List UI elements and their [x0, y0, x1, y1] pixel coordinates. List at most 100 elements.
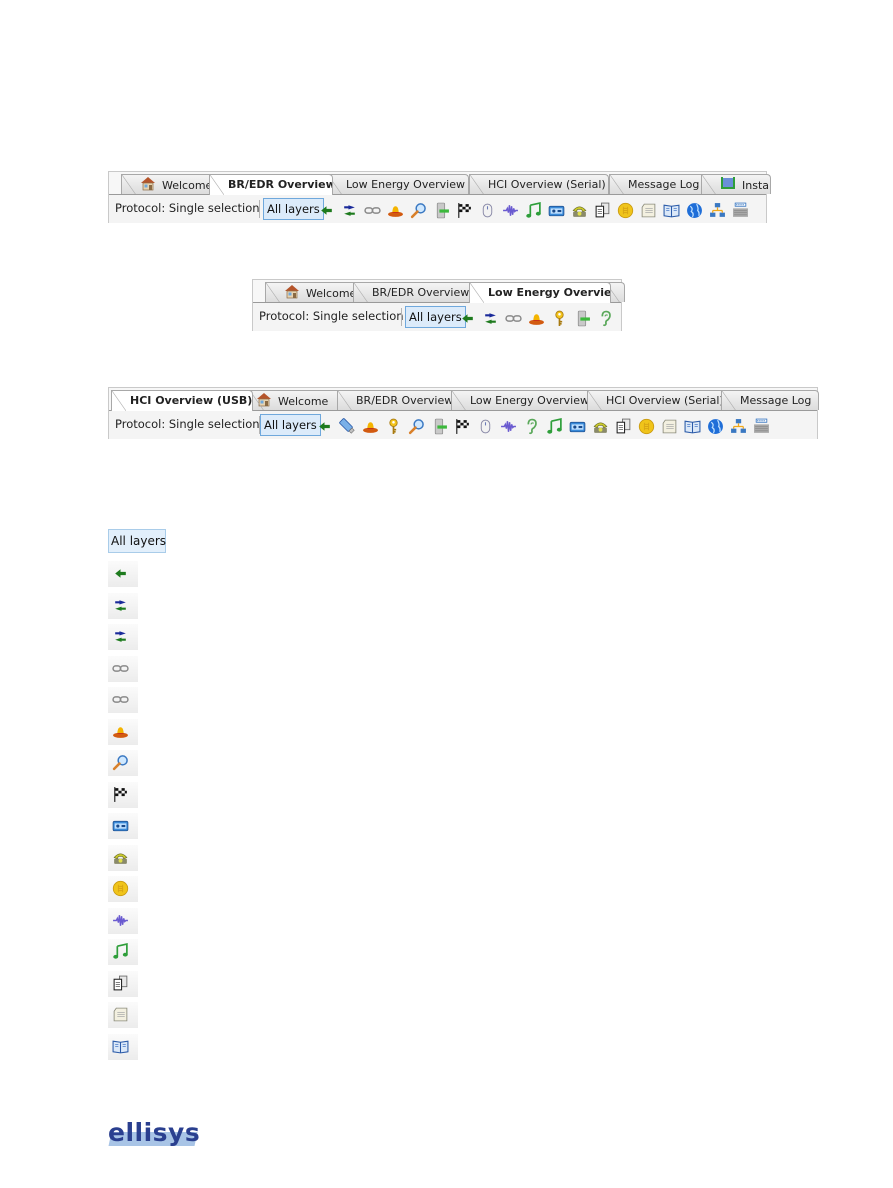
- telephone-icon[interactable]: [571, 202, 588, 219]
- protocol-dropdown[interactable]: Protocol: Single selection▼: [115, 201, 271, 215]
- book-icon[interactable]: [112, 1038, 129, 1055]
- legend-row: [108, 876, 138, 902]
- document-icon[interactable]: [112, 1006, 129, 1023]
- device-exchange-icon[interactable]: [431, 418, 448, 435]
- globe-icon[interactable]: [686, 202, 703, 219]
- tab-instant-timing[interactable]: Instan: [701, 174, 771, 194]
- tab-welcome[interactable]: Welcome: [265, 282, 359, 302]
- all-layers-button[interactable]: All layers: [263, 198, 324, 220]
- protocol-dropdown[interactable]: Protocol: Single selection▼: [259, 309, 415, 323]
- book-icon[interactable]: [684, 418, 701, 435]
- mouse-icon[interactable]: [479, 202, 496, 219]
- link-chain-icon[interactable]: [364, 202, 381, 219]
- tab-message-log[interactable]: Message Log: [721, 390, 819, 410]
- all-layers-button[interactable]: All layers: [405, 306, 466, 328]
- link-chain-icon[interactable]: [112, 660, 129, 677]
- magnifier-icon[interactable]: [408, 418, 425, 435]
- arrow-left-icon[interactable]: [316, 418, 333, 435]
- device-exchange-icon[interactable]: [433, 202, 450, 219]
- tab-bar: HCI Overview (USB) Welcome BR/EDR Overvi…: [109, 388, 819, 411]
- sombrero-icon[interactable]: [112, 723, 129, 740]
- tab-low-energy-overview[interactable]: Low Energy Overview: [327, 174, 469, 194]
- bidirectional-arrows-icon[interactable]: [112, 597, 129, 614]
- sombrero-icon[interactable]: [387, 202, 404, 219]
- checkered-flag-icon[interactable]: [112, 786, 129, 803]
- bidirectional-arrows-icon[interactable]: [112, 628, 129, 645]
- network-icon[interactable]: [709, 202, 726, 219]
- protocol-dropdown[interactable]: Protocol: Single selection▼: [115, 417, 271, 431]
- magnifier-icon[interactable]: [410, 202, 427, 219]
- tab-hci-overview-usb[interactable]: HCI Overview (USB): [111, 390, 253, 411]
- globe-icon[interactable]: [707, 418, 724, 435]
- legend-row: [108, 561, 138, 587]
- music-note-icon[interactable]: [546, 417, 563, 435]
- network-icon[interactable]: [730, 418, 747, 435]
- document-icon[interactable]: [640, 202, 657, 219]
- toolbar-separator: [401, 308, 402, 326]
- ear-icon[interactable]: [597, 310, 614, 327]
- tab-hci-overview-serial[interactable]: HCI Overview (Serial): [587, 390, 725, 410]
- tab-low-energy-overview[interactable]: Low Energy Overview: [451, 390, 591, 410]
- waveform-icon[interactable]: [500, 418, 517, 435]
- home-icon: [140, 175, 156, 194]
- legend-row: [108, 970, 138, 997]
- document-icon[interactable]: [661, 418, 678, 435]
- radio-icon[interactable]: [112, 817, 129, 834]
- radio-icon[interactable]: [548, 202, 565, 219]
- arrow-left-icon[interactable]: [318, 202, 335, 219]
- sombrero-icon[interactable]: [528, 310, 545, 327]
- radio-icon[interactable]: [569, 418, 586, 435]
- home-icon: [284, 283, 300, 302]
- coin-icon[interactable]: [638, 418, 655, 435]
- tab-welcome[interactable]: Welcome: [121, 174, 215, 194]
- waveform-icon[interactable]: [112, 912, 129, 929]
- telephone-icon[interactable]: [112, 849, 129, 866]
- low-energy-panel: Welcome BR/EDR Overview Low Energy Overv…: [252, 279, 625, 331]
- tab-welcome[interactable]: Welcome: [249, 390, 341, 410]
- files-icon[interactable]: [594, 202, 611, 219]
- key-icon[interactable]: [551, 310, 568, 327]
- printer-icon[interactable]: [753, 418, 770, 435]
- mouse-icon[interactable]: [477, 418, 494, 435]
- legend-row: [108, 592, 138, 619]
- legend-row: [108, 687, 138, 713]
- toolbar: Protocol: Single selection▼ All layers: [109, 411, 817, 439]
- tab-message-log[interactable]: Message Log: [609, 174, 707, 194]
- bidirectional-arrows-icon[interactable]: [482, 310, 499, 327]
- music-note-icon[interactable]: [525, 201, 542, 219]
- all-layers-button[interactable]: All layers: [108, 529, 166, 553]
- legend-row: [108, 844, 138, 871]
- book-icon[interactable]: [663, 202, 680, 219]
- tab-hci-overview-serial[interactable]: HCI Overview (Serial): [469, 174, 609, 194]
- tab-br-edr-overview[interactable]: BR/EDR Overview: [209, 174, 333, 195]
- printer-icon[interactable]: [732, 202, 749, 219]
- ellisys-logo: ellisys: [104, 1118, 200, 1148]
- coin-icon[interactable]: [112, 880, 129, 897]
- magnifier-icon[interactable]: [112, 754, 129, 771]
- coin-icon[interactable]: [617, 202, 634, 219]
- tab-low-energy-overview[interactable]: Low Energy Overview: [469, 282, 611, 303]
- arrow-left-icon[interactable]: [459, 310, 476, 327]
- arrow-left-icon[interactable]: [112, 565, 129, 582]
- device-exchange-icon[interactable]: [574, 310, 591, 327]
- bidirectional-arrows-icon[interactable]: [341, 202, 358, 219]
- files-icon[interactable]: [615, 418, 632, 435]
- ear-icon[interactable]: [523, 418, 540, 435]
- tab-br-edr-overview[interactable]: BR/EDR Overview: [353, 282, 475, 302]
- layer-icons: [459, 309, 614, 327]
- waveform-icon[interactable]: [502, 202, 519, 219]
- usb-stick-icon[interactable]: [339, 417, 356, 435]
- all-layers-button[interactable]: All layers: [260, 414, 321, 436]
- legend-row: [108, 781, 138, 808]
- files-icon[interactable]: [112, 975, 129, 992]
- telephone-icon[interactable]: [592, 418, 609, 435]
- checkered-flag-icon[interactable]: [454, 418, 471, 435]
- link-chain-icon[interactable]: [505, 310, 522, 327]
- checkered-flag-icon[interactable]: [456, 202, 473, 219]
- legend-row: [108, 718, 138, 745]
- tab-br-edr-overview[interactable]: BR/EDR Overview: [337, 390, 457, 410]
- sombrero-icon[interactable]: [362, 418, 379, 435]
- link-chain-icon[interactable]: [112, 691, 129, 708]
- music-note-icon[interactable]: [112, 943, 129, 960]
- key-icon[interactable]: [385, 418, 402, 435]
